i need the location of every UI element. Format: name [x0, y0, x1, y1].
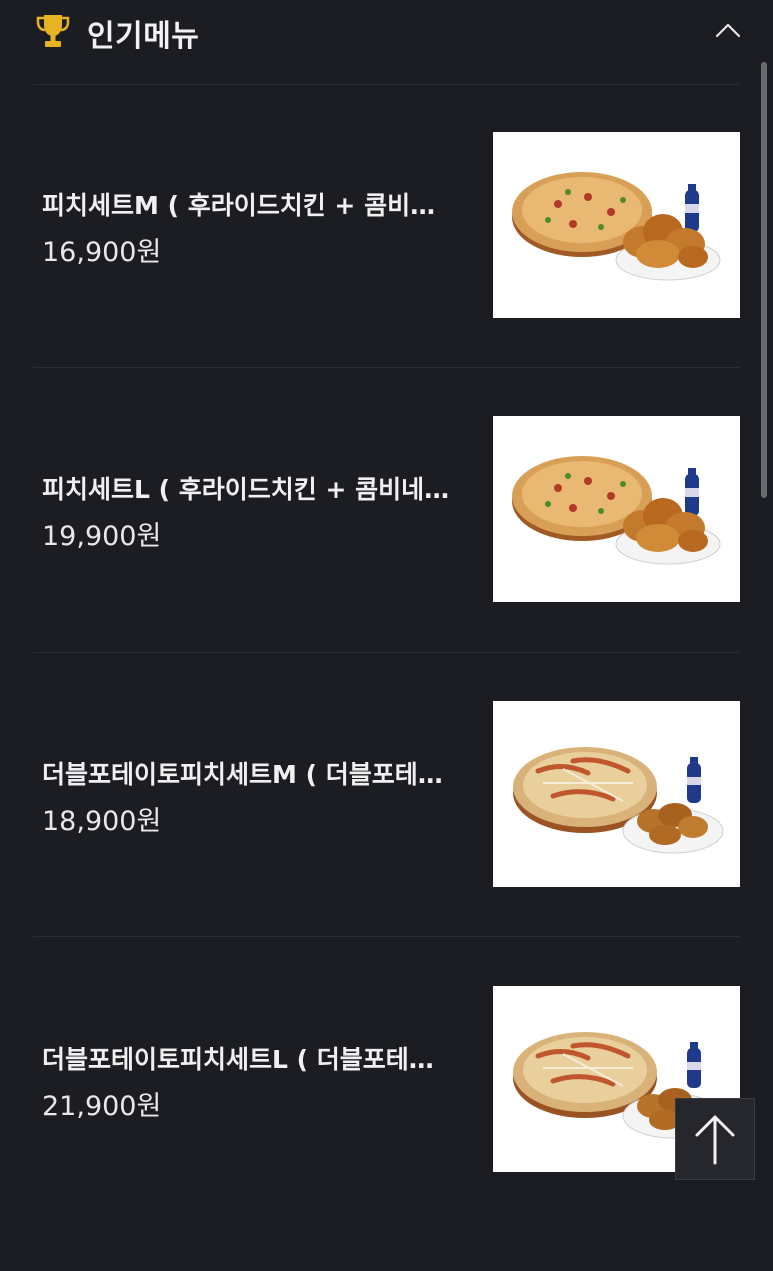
menu-item-price: 19,900원 [42, 521, 162, 552]
menu-item-name: 피치세트L ( 후라이드치킨 + 콤비네이션 피자 L ) [42, 475, 452, 504]
chevron-up-icon[interactable] [714, 20, 742, 40]
menu-item-name: 피치세트M ( 후라이드치킨 + 콤비네이션 피자 M ) [42, 191, 452, 220]
scroll-to-top-button[interactable] [675, 1098, 755, 1180]
potato-pizza-chicken-set-image [493, 701, 740, 887]
pizza-chicken-set-image [493, 132, 740, 318]
divider [33, 652, 740, 653]
divider [33, 367, 740, 368]
divider [33, 84, 740, 85]
divider [33, 936, 740, 937]
menu-item-name: 더블포테이토피치세트L ( 더블포테이토 피자 L + 후라이드치킨 ) [42, 1045, 452, 1074]
menu-item[interactable]: 더블포테이토피치세트L ( 더블포테이토 피자 L + 후라이드치킨 ) 21,… [0, 986, 773, 1271]
menu-item-price: 18,900원 [42, 806, 162, 837]
arrow-up-icon [695, 1115, 735, 1165]
menu-item-price: 16,900원 [42, 237, 162, 268]
menu-item[interactable]: 더블포테이토피치세트M ( 더블포테이토 피자 M + 후라이드치킨 ) 18,… [0, 701, 773, 986]
trophy-icon [36, 15, 70, 47]
menu-item-price: 21,900원 [42, 1091, 162, 1122]
scrollbar[interactable] [761, 62, 767, 498]
pizza-chicken-set-image [493, 416, 740, 602]
menu-item-name: 더블포테이토피치세트M ( 더블포테이토 피자 M + 후라이드치킨 ) [42, 760, 452, 789]
menu-item[interactable]: 피치세트M ( 후라이드치킨 + 콤비네이션 피자 M ) 16,900원 [0, 132, 773, 417]
section-title: 인기메뉴 [87, 19, 200, 54]
menu-item[interactable]: 피치세트L ( 후라이드치킨 + 콤비네이션 피자 L ) 19,900원 [0, 416, 773, 701]
section-header[interactable]: 인기메뉴 [0, 0, 773, 84]
